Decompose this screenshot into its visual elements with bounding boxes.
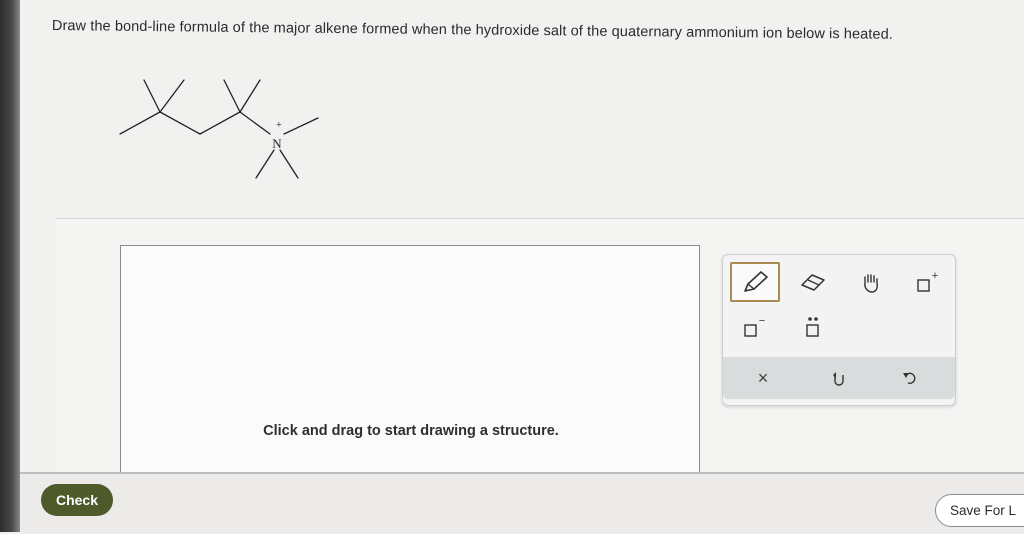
positive-charge-label: + — [276, 120, 282, 131]
lone-pair-icon — [806, 317, 819, 337]
add-negative-charge-tool[interactable]: − — [738, 313, 770, 343]
question-text: Draw the bond-line formula of the major … — [51, 18, 894, 43]
pencil-tool[interactable] — [730, 262, 780, 302]
add-lone-pair-tool[interactable] — [797, 313, 829, 343]
drawing-toolbar: + − × — [722, 254, 956, 406]
minus-charge-icon: − — [744, 315, 765, 337]
clear-button[interactable]: × — [748, 363, 778, 393]
add-positive-charge-tool[interactable]: + — [911, 267, 943, 299]
check-button[interactable]: Check — [41, 484, 113, 516]
svg-text:+: + — [932, 270, 938, 282]
bottom-bar — [20, 472, 1024, 534]
drawing-canvas[interactable]: Click and drag to start drawing a struct… — [120, 245, 700, 485]
hand-icon — [864, 274, 878, 293]
nitrogen-label: N — [272, 136, 282, 151]
eraser-icon — [801, 274, 825, 291]
redo-button[interactable] — [895, 363, 925, 393]
save-for-later-button[interactable]: Save For L — [935, 494, 1024, 527]
canvas-hint: Click and drag to start drawing a struct… — [263, 423, 559, 439]
plus-charge-icon: + — [917, 270, 938, 292]
screen-bezel — [0, 0, 20, 532]
redo-icon — [903, 372, 916, 385]
pan-tool[interactable] — [855, 267, 887, 299]
svg-text:−: − — [759, 315, 765, 327]
pencil-icon — [744, 271, 768, 292]
undo-button[interactable] — [823, 363, 853, 393]
eraser-tool[interactable] — [795, 267, 831, 297]
quaternary-ammonium-structure: N + — [119, 79, 319, 179]
undo-icon — [833, 372, 844, 386]
x-icon: × — [757, 367, 769, 388]
